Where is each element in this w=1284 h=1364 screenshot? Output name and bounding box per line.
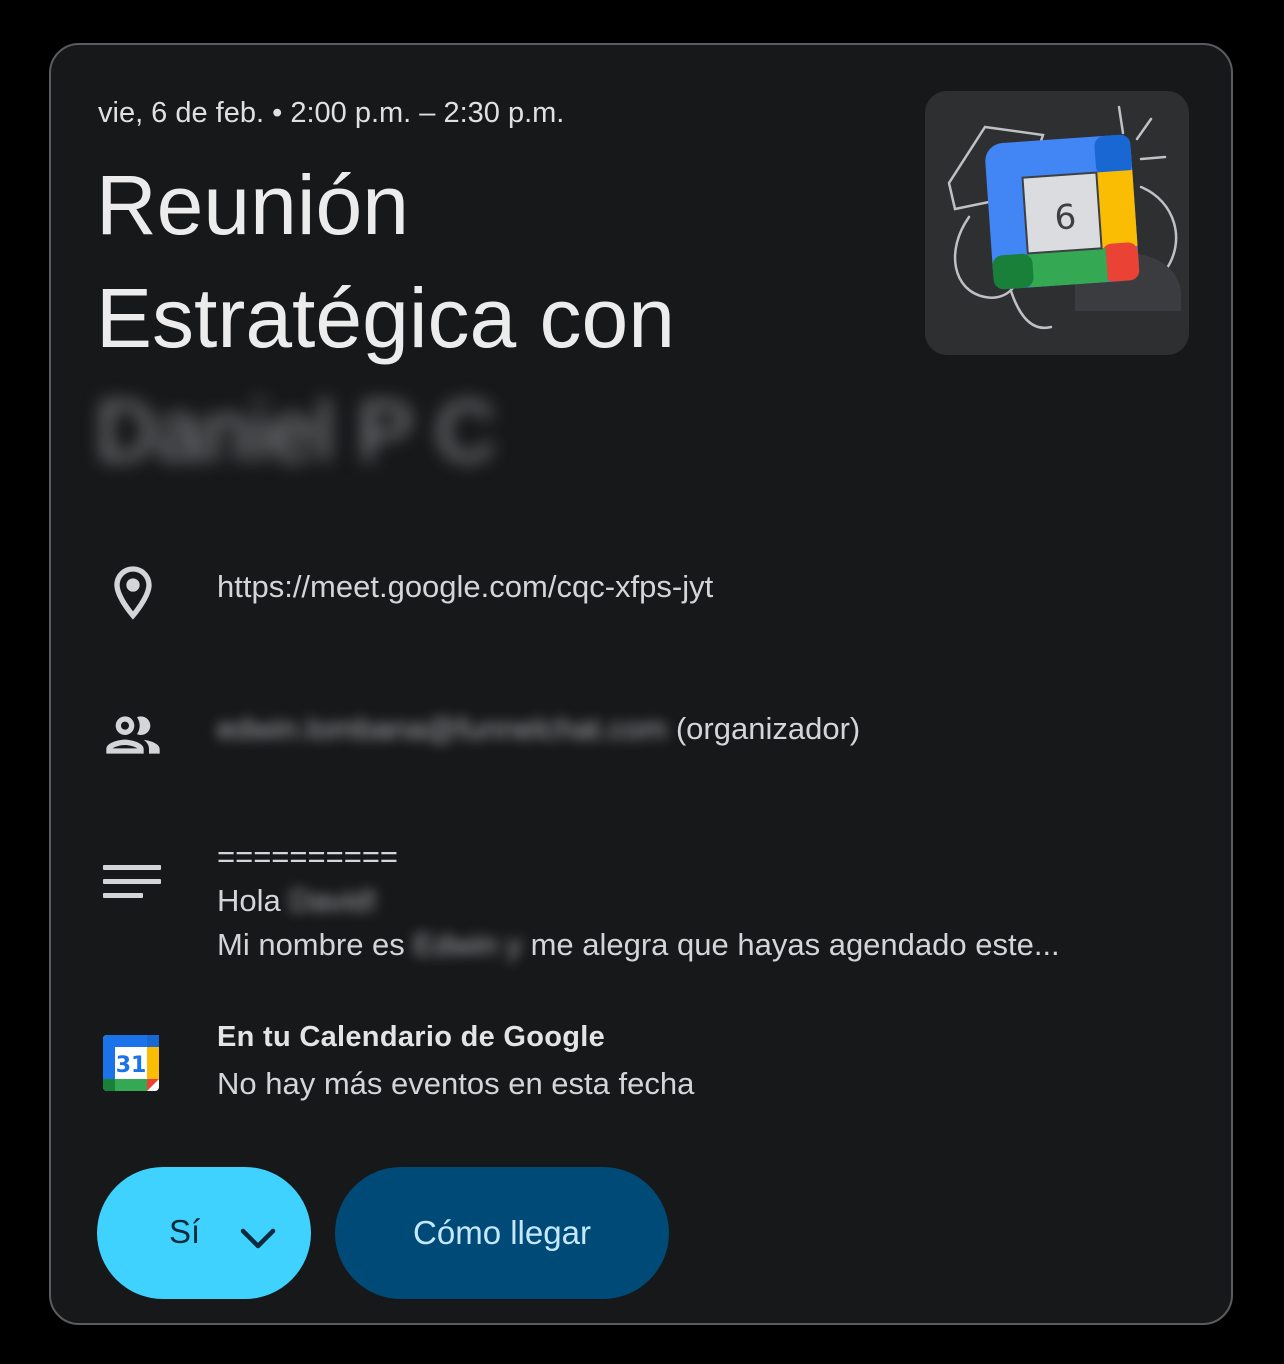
organizer-suffix: (organizador) — [675, 711, 861, 746]
calendar-info-text: En tu Calendario de Google No hay más ev… — [217, 1021, 694, 1102]
calendar-info-subtitle: No hay más eventos en esta fecha — [217, 1066, 695, 1101]
calendar-illustration-day: 6 — [1053, 197, 1077, 238]
organizer-email: edwin.lombana@funnelchat.com — [217, 711, 668, 746]
description-intro: Mi nombre es Edwin y me alegra que hayas… — [217, 923, 1060, 967]
location-row[interactable]: https://meet.google.com/cqc-xfps-jyt — [51, 555, 1231, 635]
description-intro-name: Edwin y — [413, 927, 522, 962]
description-separator: ========== — [217, 839, 399, 874]
calendar-illustration-art: 6 — [947, 105, 1181, 330]
organizer-text: edwin.lombana@funnelchat.com (organizado… — [217, 711, 860, 747]
chevron-down-icon — [239, 1221, 277, 1259]
event-title: Reunión Estratégica con Daniel P C — [96, 149, 876, 488]
rsvp-yes-label: Sí — [169, 1213, 201, 1250]
google-calendar-icon: 31 — [101, 1033, 161, 1098]
description-greeting: Hola David! — [217, 879, 1060, 923]
rsvp-yes-button[interactable]: Sí — [97, 1167, 311, 1299]
calendar-info-title: En tu Calendario de Google — [217, 1021, 606, 1053]
description-intro-prefix: Mi nombre es — [217, 927, 414, 962]
event-datetime: vie, 6 de feb. • 2:00 p.m. – 2:30 p.m. — [98, 97, 565, 129]
calendar-info-row: 31 En tu Calendario de Google No hay más… — [51, 1017, 1231, 1117]
description-row[interactable]: ========== Hola David! Mi nombre es Edwi… — [51, 835, 1231, 975]
notes-icon — [101, 861, 165, 918]
calendar-illustration: 6 — [925, 91, 1189, 355]
event-title-line2: Estratégica con — [96, 271, 675, 365]
location-pin-icon — [101, 561, 165, 630]
event-title-line1: Reunión — [96, 158, 409, 252]
location-link[interactable]: https://meet.google.com/cqc-xfps-jyt — [217, 569, 713, 605]
directions-button[interactable]: Cómo llegar — [335, 1167, 669, 1299]
calendar-illustration-tile: 6 — [985, 134, 1140, 290]
description-greeting-name: David! — [289, 883, 378, 918]
google-calendar-icon-day: 31 — [116, 1053, 147, 1078]
people-icon — [101, 703, 165, 772]
description-text: ========== Hola David! Mi nombre es Edwi… — [217, 835, 1060, 967]
event-details-card: vie, 6 de feb. • 2:00 p.m. – 2:30 p.m. R… — [49, 43, 1233, 1325]
event-title-redacted-name: Daniel P C — [96, 384, 496, 478]
description-intro-suffix: me alegra que hayas agendado este... — [521, 927, 1060, 962]
description-greeting-prefix: Hola — [217, 883, 290, 918]
organizer-row: edwin.lombana@funnelchat.com (organizado… — [51, 697, 1231, 777]
